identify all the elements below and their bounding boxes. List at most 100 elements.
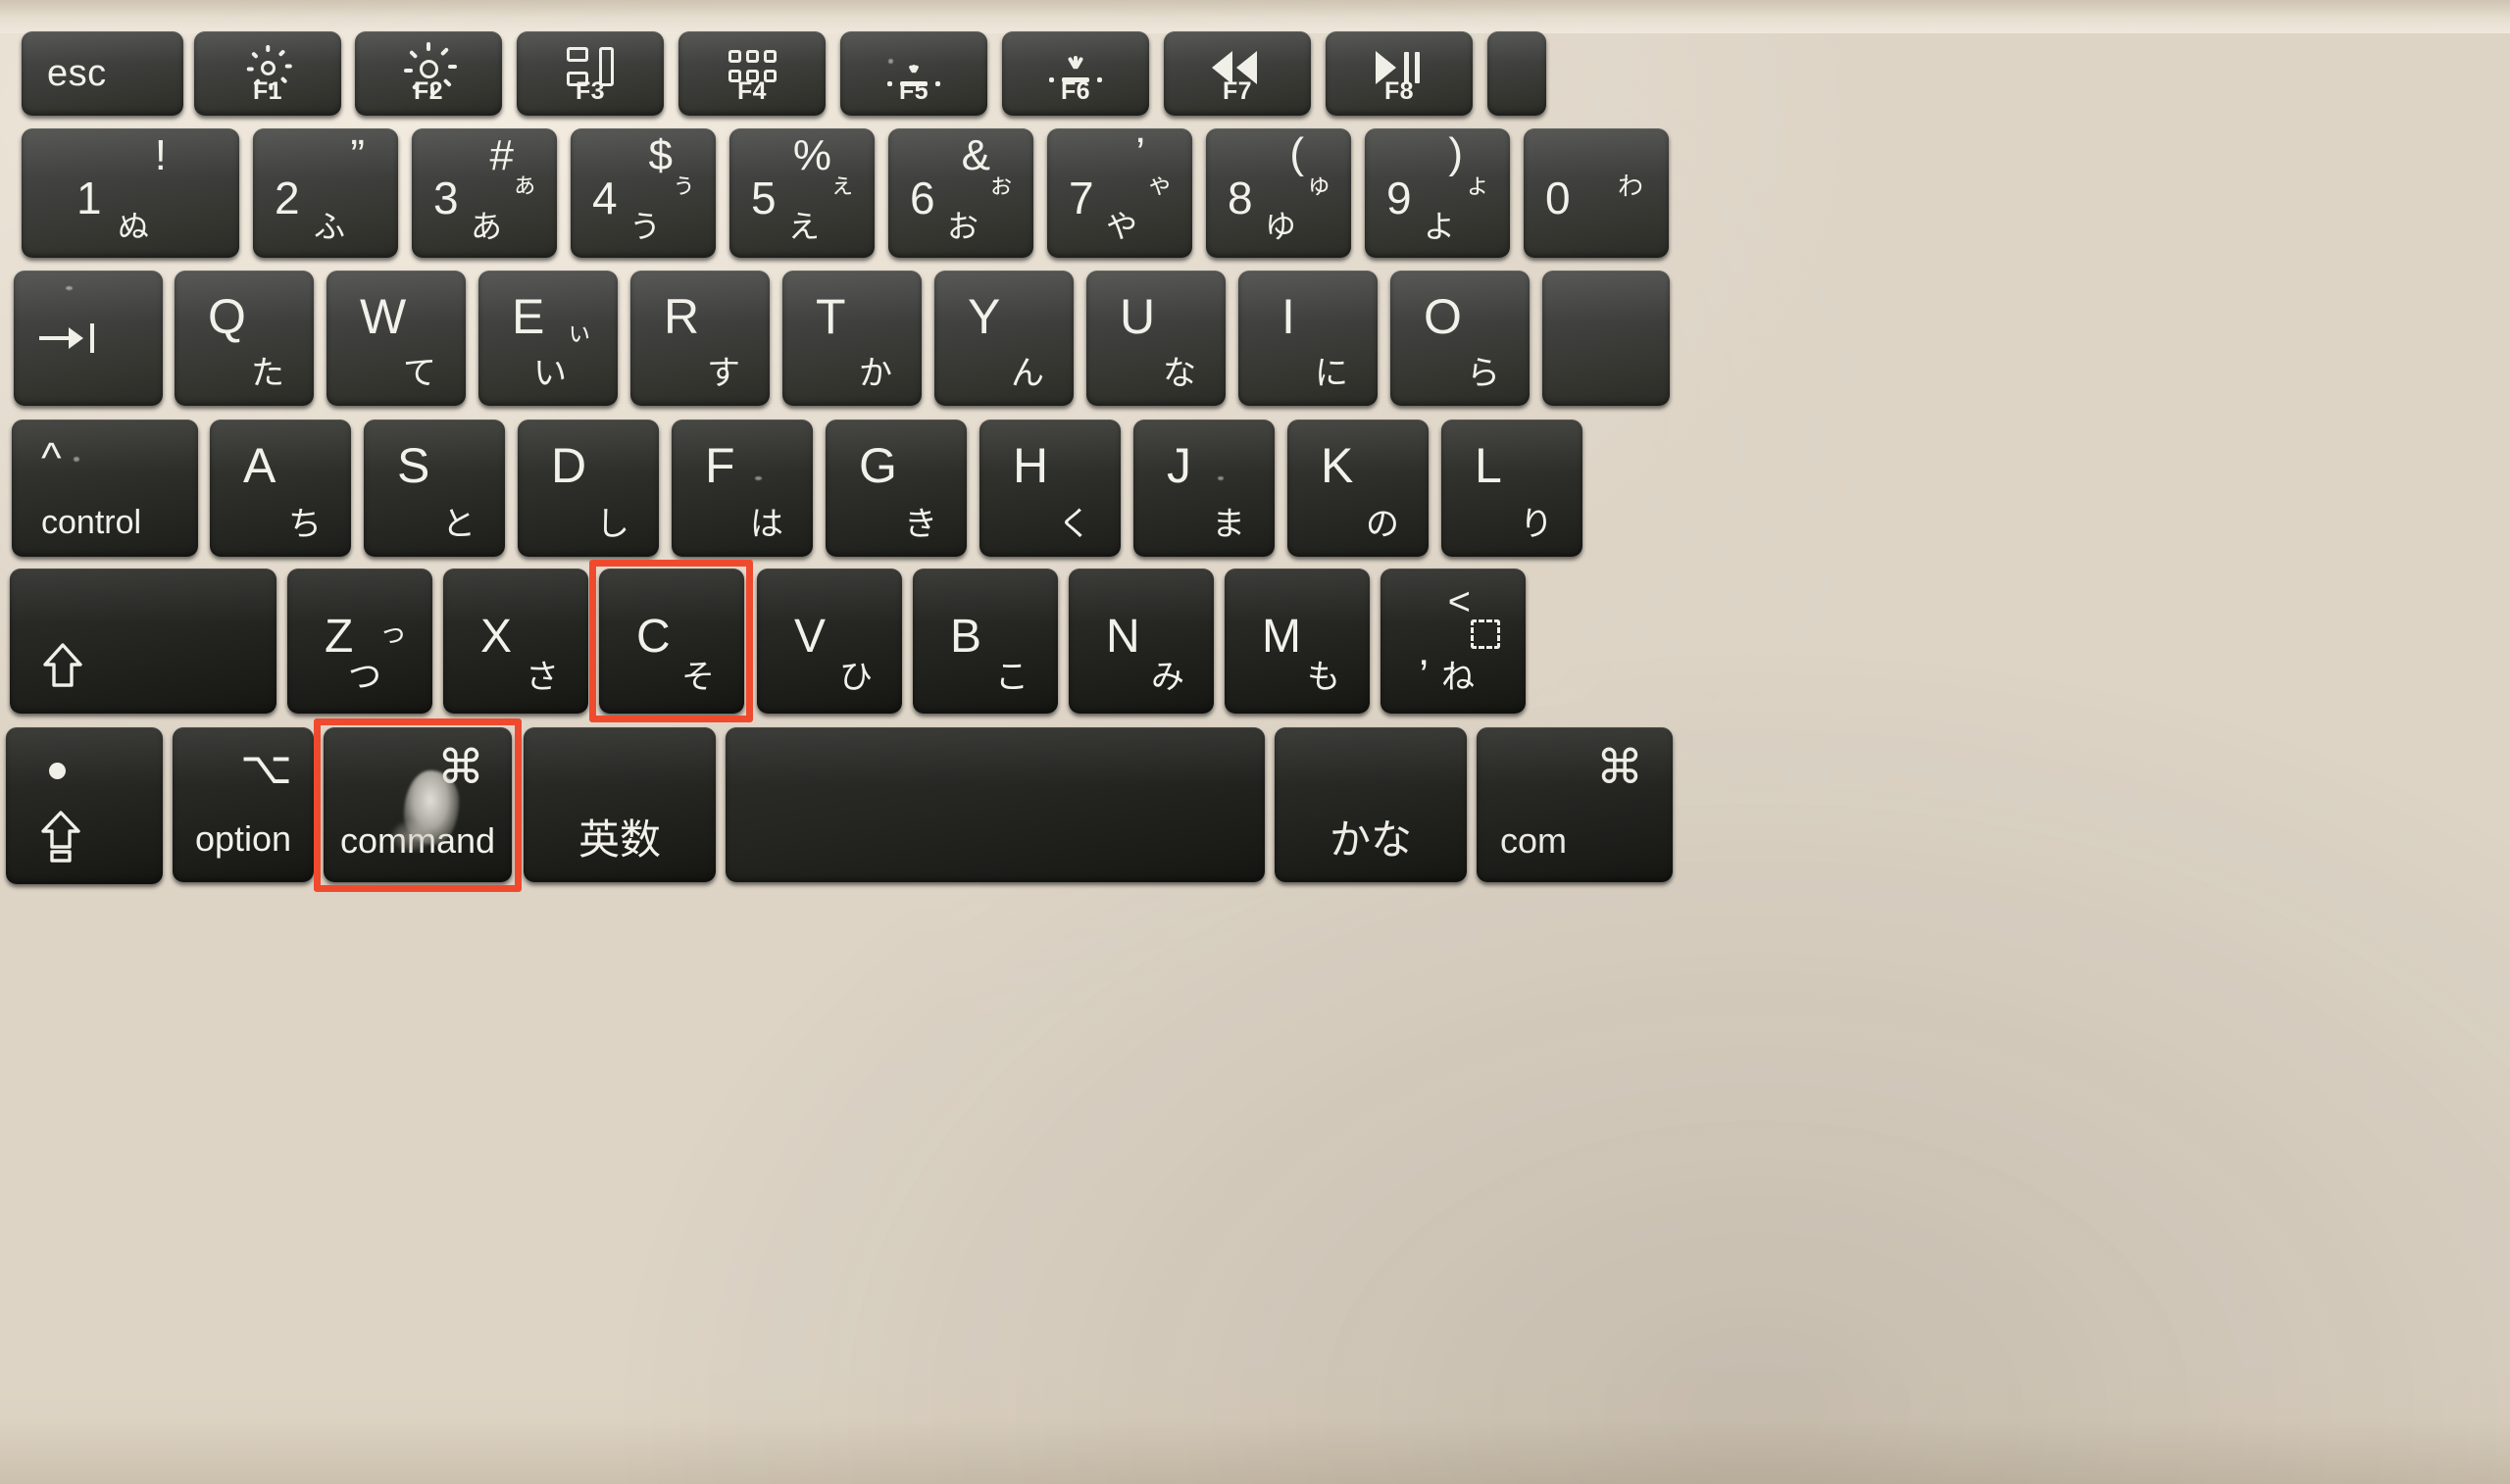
key-d[interactable]: D し xyxy=(518,420,659,557)
f8-key[interactable]: F8 xyxy=(1326,31,1473,116)
key-5-kana: え xyxy=(788,209,821,244)
key-f[interactable]: F は xyxy=(672,420,813,557)
key-h-kana: く xyxy=(1058,506,1091,543)
tab-key[interactable] xyxy=(14,271,163,406)
key-k-kana: の xyxy=(1366,506,1399,543)
dust-speck xyxy=(888,59,893,64)
key-0[interactable]: 0 わ xyxy=(1524,128,1669,258)
key-2[interactable]: ” 2 ふ xyxy=(253,128,398,258)
f9-key-partial[interactable] xyxy=(1487,31,1546,116)
f6-key[interactable]: F6 xyxy=(1002,31,1149,116)
key-c[interactable]: C そ xyxy=(599,569,744,714)
f5-key-label: F5 xyxy=(899,77,929,105)
dust-speck xyxy=(1218,476,1224,480)
key-n[interactable]: N み xyxy=(1069,569,1214,714)
key-9-symbol: ) xyxy=(1448,129,1463,177)
key-6-kana-small: ぉ xyxy=(987,170,1014,199)
key-5[interactable]: % 5 ぇ え xyxy=(729,128,875,258)
key-r[interactable]: R す xyxy=(630,271,770,406)
f1-key[interactable]: F1 xyxy=(194,31,341,116)
f2-key-label: F2 xyxy=(414,77,443,105)
control-key[interactable]: ^ control xyxy=(12,420,198,557)
key-o-label: O xyxy=(1424,289,1462,344)
space-key[interactable] xyxy=(726,727,1265,882)
key-z-kana: つ xyxy=(348,659,381,696)
f4-key-label: F4 xyxy=(737,77,767,105)
key-l-kana: り xyxy=(1520,506,1553,543)
key-1[interactable]: ! 1 ぬ xyxy=(22,128,239,258)
key-6-digit: 6 xyxy=(910,173,935,223)
key-9-kana: よ xyxy=(1424,209,1456,244)
shift-key[interactable] xyxy=(10,569,276,714)
caps-lock-key[interactable] xyxy=(6,727,163,884)
key-t[interactable]: T か xyxy=(782,271,922,406)
key-5-symbol: % xyxy=(792,131,831,179)
key-a-kana: ち xyxy=(288,506,322,543)
key-7-digit: 7 xyxy=(1069,173,1094,223)
f5-key[interactable]: F5 xyxy=(840,31,987,116)
eisu-key[interactable]: 英数 xyxy=(524,727,716,882)
key-w[interactable]: W て xyxy=(326,271,466,406)
key-2-kana: ふ xyxy=(314,209,346,244)
worn-paint-smudge-tail xyxy=(392,821,431,851)
key-e[interactable]: E ぃ い xyxy=(478,271,618,406)
key-1-symbol: ! xyxy=(154,131,167,179)
key-4[interactable]: $ 4 ぅ う xyxy=(571,128,716,258)
command-key-left[interactable]: ⌘ command xyxy=(324,727,512,882)
key-8-symbol: ( xyxy=(1289,129,1304,177)
key-n-label: N xyxy=(1106,611,1140,663)
tab-icon xyxy=(39,323,94,353)
key-7[interactable]: ’ 7 ゃ や xyxy=(1047,128,1192,258)
key-s[interactable]: S と xyxy=(364,420,505,557)
key-z-kana-small: っ xyxy=(378,618,407,648)
key-3-kana-small: ぁ xyxy=(511,170,537,199)
key-t-kana: か xyxy=(859,355,892,392)
key-u[interactable]: U な xyxy=(1086,271,1226,406)
command-key-right[interactable]: ⌘ com xyxy=(1477,727,1673,882)
key-y[interactable]: Y ん xyxy=(934,271,1074,406)
key-s-label: S xyxy=(397,438,430,493)
key-3-symbol: # xyxy=(489,131,514,179)
key-q-kana: た xyxy=(251,355,284,392)
key-o[interactable]: O ら xyxy=(1390,271,1530,406)
f3-key[interactable]: F3 xyxy=(517,31,664,116)
key-c-label: C xyxy=(636,611,671,663)
key-7-symbol: ’ xyxy=(1135,129,1145,177)
key-v[interactable]: V ひ xyxy=(757,569,902,714)
kana-key[interactable]: かな xyxy=(1275,727,1467,882)
f6-key-label: F6 xyxy=(1061,77,1090,105)
key-m[interactable]: M も xyxy=(1225,569,1370,714)
key-6[interactable]: & 6 ぉ お xyxy=(888,128,1033,258)
key-0-kana: わ xyxy=(1617,172,1643,201)
key-8[interactable]: ( 8 ゅ ゆ xyxy=(1206,128,1351,258)
esc-key[interactable]: esc xyxy=(22,31,183,116)
key-2-symbol: ” xyxy=(350,131,365,179)
key-e-label: E xyxy=(512,289,545,344)
key-a[interactable]: A ち xyxy=(210,420,351,557)
key-comma[interactable]: < , ね xyxy=(1380,569,1526,714)
key-b-kana: こ xyxy=(995,659,1029,696)
key-b[interactable]: B こ xyxy=(913,569,1058,714)
key-x[interactable]: X さ xyxy=(443,569,588,714)
option-key[interactable]: ⌥ option xyxy=(173,727,314,882)
key-3[interactable]: # 3 ぁ あ xyxy=(412,128,557,258)
key-z[interactable]: Z っ つ xyxy=(287,569,432,714)
key-j[interactable]: J ま xyxy=(1133,420,1275,557)
key-d-label: D xyxy=(551,438,587,493)
key-3-kana: あ xyxy=(471,209,503,244)
key-9[interactable]: ) 9 ょ よ xyxy=(1365,128,1510,258)
key-k[interactable]: K の xyxy=(1287,420,1429,557)
key-p-partial[interactable] xyxy=(1542,271,1670,406)
key-l[interactable]: L り xyxy=(1441,420,1582,557)
caps-lock-icon xyxy=(39,810,82,863)
key-7-kana-small: ゃ xyxy=(1146,170,1173,199)
key-h[interactable]: H く xyxy=(979,420,1121,557)
caps-lock-indicator-dot xyxy=(49,763,66,779)
chassis-top-edge xyxy=(0,0,2510,33)
f7-key[interactable]: F7 xyxy=(1164,31,1311,116)
f2-key[interactable]: F2 xyxy=(355,31,502,116)
key-q[interactable]: Q た xyxy=(175,271,314,406)
f4-key[interactable]: F4 xyxy=(678,31,826,116)
key-i[interactable]: I に xyxy=(1238,271,1378,406)
key-g[interactable]: G き xyxy=(826,420,967,557)
